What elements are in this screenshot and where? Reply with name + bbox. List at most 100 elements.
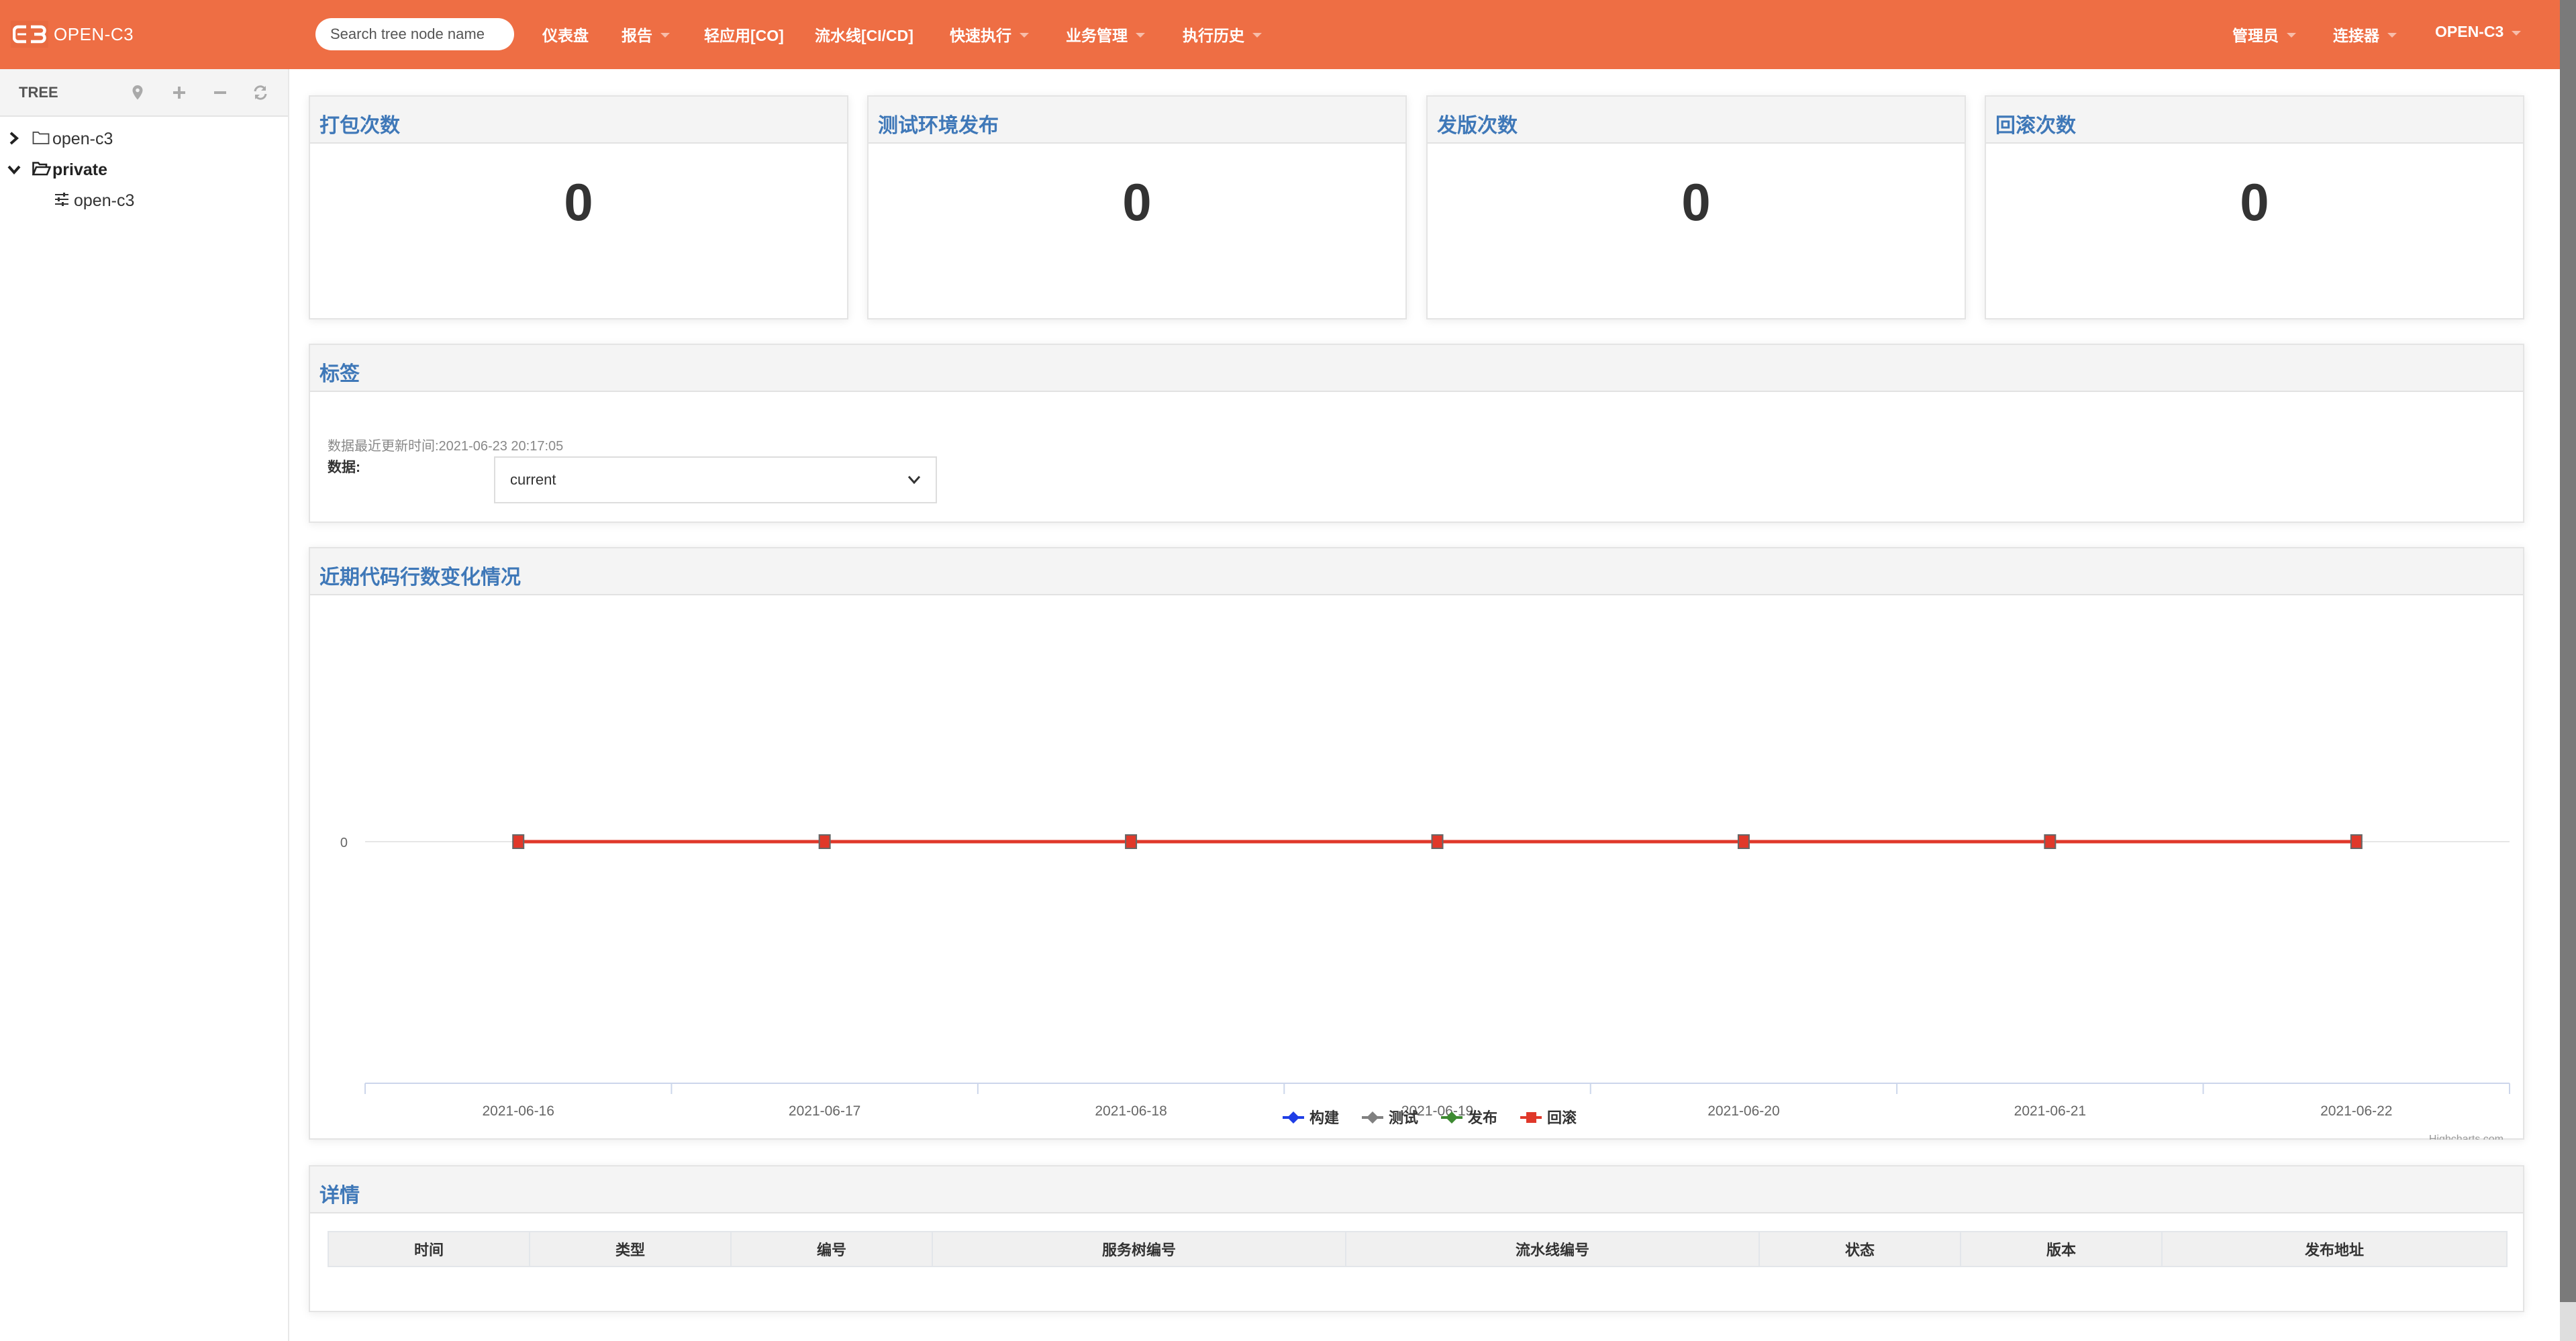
tree-node-label: open-c3 bbox=[74, 191, 135, 210]
stat-card-rollback-count: 回滚次数 0 bbox=[1985, 95, 2524, 319]
logo-icon bbox=[11, 21, 48, 48]
tree-node[interactable]: private bbox=[0, 154, 288, 185]
x-tick-label: 2021-06-21 bbox=[2014, 1103, 2086, 1119]
page-scrollbar[interactable] bbox=[2560, 0, 2576, 1341]
chevron-down-icon bbox=[660, 33, 670, 38]
x-tick-label: 2021-06-17 bbox=[789, 1103, 860, 1119]
data-point bbox=[512, 834, 525, 849]
nav-dashboard-label: 仪表盘 bbox=[542, 27, 589, 44]
column-header[interactable]: 发布地址 bbox=[2161, 1231, 2508, 1267]
locate-icon[interactable] bbox=[128, 81, 148, 104]
tree-search-input[interactable] bbox=[315, 18, 514, 50]
legend-item-label[interactable]: 发布 bbox=[1467, 1109, 1497, 1126]
column-header[interactable]: 流水线编号 bbox=[1345, 1231, 1760, 1267]
legend-symbol-marker bbox=[1287, 1111, 1299, 1124]
nav-reports-label: 报告 bbox=[622, 27, 652, 44]
x-tick-label: 2021-06-20 bbox=[1707, 1103, 1779, 1119]
nav-connector[interactable]: 连接器 bbox=[2333, 23, 2397, 46]
app-root: OPEN-C3 仪表盘 报告 轻应用[CO] 流水线[CI/CD] 快速执行 业… bbox=[0, 0, 2576, 1341]
column-header[interactable]: 时间 bbox=[328, 1231, 530, 1267]
stat-value: 0 bbox=[1681, 172, 1711, 232]
nav-user-menu[interactable]: OPEN-C3 bbox=[2435, 23, 2522, 41]
stat-title: 测试环境发布 bbox=[878, 115, 999, 137]
panel-header: 测试环境发布 bbox=[869, 97, 1405, 144]
nav-history[interactable]: 执行历史 bbox=[1183, 23, 1262, 46]
panel-header: 发版次数 bbox=[1428, 97, 1965, 144]
plus-icon[interactable] bbox=[169, 81, 189, 104]
legend-symbol-marker bbox=[1526, 1112, 1536, 1123]
stat-card-test-deploy: 测试环境发布 0 bbox=[867, 95, 1407, 319]
stat-value: 0 bbox=[564, 172, 593, 232]
y-tick-label: 0 bbox=[340, 836, 348, 850]
column-header[interactable]: 版本 bbox=[1960, 1231, 2163, 1267]
tree-node-label: open-c3 bbox=[52, 129, 113, 148]
column-header[interactable]: 编号 bbox=[730, 1231, 933, 1267]
tree-node[interactable]: open-c3 bbox=[0, 185, 288, 216]
scrollbar-thumb[interactable] bbox=[2560, 0, 2576, 1302]
chevron-down-icon bbox=[2387, 33, 2397, 38]
brand-name: OPEN-C3 bbox=[54, 23, 134, 44]
nav-quick-exec[interactable]: 快速执行 bbox=[950, 23, 1029, 46]
legend-symbol-marker bbox=[1367, 1111, 1379, 1124]
details-title: 详情 bbox=[319, 1185, 360, 1207]
stat-card-release-count: 发版次数 0 bbox=[1426, 95, 1966, 319]
panel-header: 近期代码行数变化情况 bbox=[310, 548, 2523, 595]
legend-item-label[interactable]: 测试 bbox=[1389, 1109, 1418, 1126]
code-lines-chart-panel: 近期代码行数变化情况 0 2021-06-16 2021-06-17 2021-06-… bbox=[309, 547, 2524, 1140]
refresh-icon[interactable] bbox=[250, 81, 270, 104]
panel-header: 打包次数 bbox=[310, 97, 847, 144]
tree-title: TREE bbox=[19, 84, 58, 101]
stat-title: 发版次数 bbox=[1437, 115, 1518, 137]
nav-light-apps[interactable]: 轻应用[CO] bbox=[704, 23, 784, 46]
column-header[interactable]: 状态 bbox=[1758, 1231, 1961, 1267]
tree-body: open-c3 private open-c3 bbox=[0, 117, 288, 216]
table-header-row: 时间 类型 编号 服务树编号 流水线编号 状态 版本 发布地址 bbox=[328, 1231, 2508, 1267]
data-point bbox=[818, 834, 831, 849]
stat-title: 回滚次数 bbox=[1995, 115, 2076, 137]
tree-sidebar: TREE open-c3 private open-c3 bbox=[0, 69, 289, 1341]
data-updated-time: 数据最近更新时间:2021-06-23 20:17:05 bbox=[328, 439, 564, 454]
nav-light-apps-label: 轻应用[CO] bbox=[704, 27, 784, 44]
data-version-select[interactable]: current bbox=[494, 456, 937, 503]
nav-admin[interactable]: 管理员 bbox=[2232, 23, 2296, 46]
stat-value: 0 bbox=[2240, 172, 2269, 232]
nav-reports[interactable]: 报告 bbox=[622, 23, 670, 46]
line-chart: 02021-06-16 2021-06-17 2021-06-18 2021-06-1… bbox=[340, 834, 2510, 1140]
column-header[interactable]: 类型 bbox=[529, 1231, 732, 1267]
chevron-down-icon bbox=[2512, 30, 2522, 36]
highcharts-credit[interactable]: Highcharts.com bbox=[2429, 1134, 2504, 1140]
data-point bbox=[2044, 834, 2057, 849]
chevron-down-icon bbox=[1252, 33, 1262, 38]
chevron-down-icon bbox=[2287, 33, 2296, 38]
chevron-right-icon[interactable] bbox=[7, 131, 21, 146]
panel-header: 回滚次数 bbox=[1986, 97, 2523, 144]
nav-history-label: 执行历史 bbox=[1183, 27, 1244, 44]
data-point bbox=[1431, 834, 1444, 849]
nav-dashboard[interactable]: 仪表盘 bbox=[542, 23, 589, 46]
minus-icon[interactable] bbox=[210, 81, 230, 104]
chevron-down-icon[interactable] bbox=[7, 162, 21, 177]
stat-value: 0 bbox=[1122, 172, 1152, 232]
legend-item-label[interactable]: 回滚 bbox=[1547, 1109, 1577, 1126]
data-label: 数据: bbox=[328, 460, 360, 475]
stat-title: 打包次数 bbox=[319, 115, 400, 137]
details-panel: 详情 时间 类型 编号 服务树编号 流水线编号 状态 版本 发布地址 bbox=[309, 1165, 2524, 1312]
panel-header: 标签 bbox=[310, 345, 2523, 392]
top-navbar: OPEN-C3 仪表盘 报告 轻应用[CO] 流水线[CI/CD] 快速执行 业… bbox=[0, 0, 2560, 69]
nav-pipeline[interactable]: 流水线[CI/CD] bbox=[815, 23, 913, 46]
column-header[interactable]: 服务树编号 bbox=[932, 1231, 1346, 1267]
legend-item-label[interactable]: 构建 bbox=[1309, 1109, 1339, 1126]
nav-admin-label: 管理员 bbox=[2232, 27, 2279, 44]
nav-business[interactable]: 业务管理 bbox=[1066, 23, 1145, 46]
tree-header: TREE bbox=[0, 69, 288, 117]
nav-quick-exec-label: 快速执行 bbox=[950, 27, 1011, 44]
nav-pipeline-label: 流水线[CI/CD] bbox=[815, 27, 913, 44]
x-tick-label: 2021-06-16 bbox=[483, 1103, 554, 1119]
x-tick-label: 2021-06-18 bbox=[1095, 1103, 1167, 1119]
data-point bbox=[1737, 834, 1750, 849]
brand[interactable]: OPEN-C3 bbox=[11, 19, 134, 50]
nav-business-label: 业务管理 bbox=[1066, 27, 1128, 44]
tree-node[interactable]: open-c3 bbox=[0, 123, 288, 154]
chevron-down-icon bbox=[1136, 33, 1145, 38]
tags-title: 标签 bbox=[319, 363, 360, 385]
